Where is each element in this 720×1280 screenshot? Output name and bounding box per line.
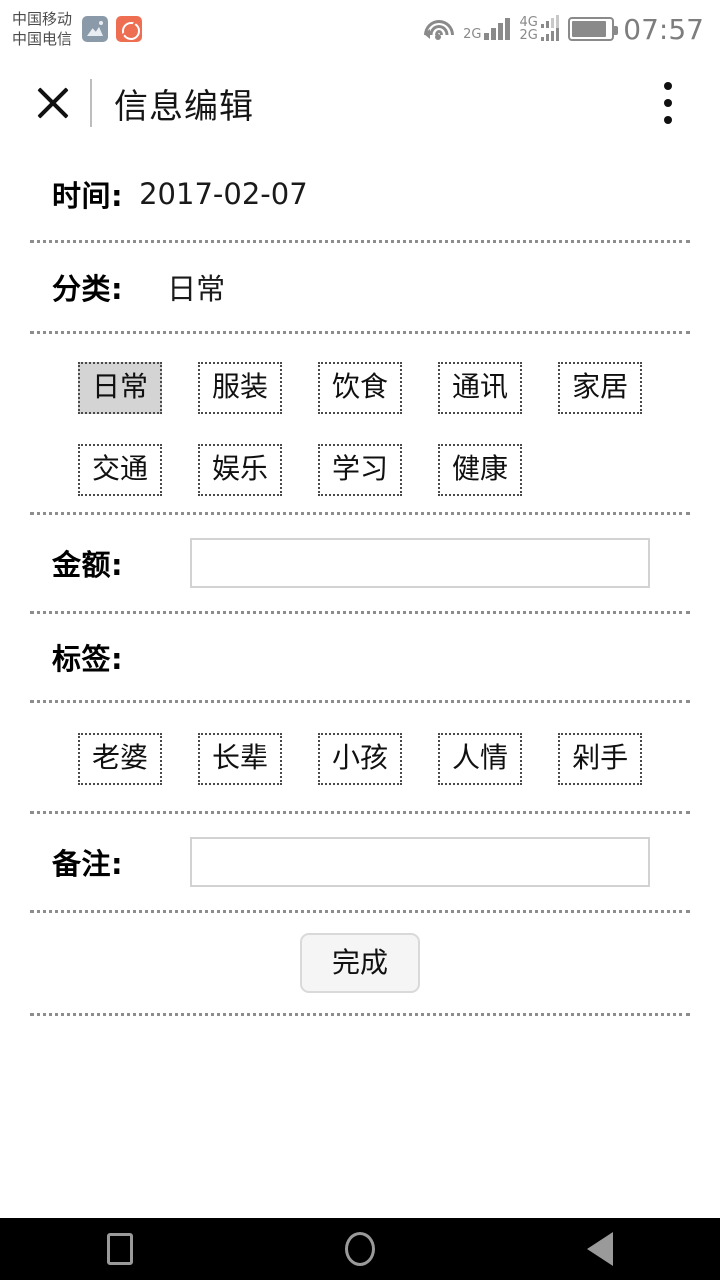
submit-button[interactable]: 完成 xyxy=(299,933,420,993)
tags-row: 标签: xyxy=(0,614,720,700)
amount-input[interactable] xyxy=(190,538,650,588)
signal-2-bars-bottom xyxy=(540,28,560,41)
amount-row: 金额: xyxy=(0,515,720,611)
tag-chips: 老婆 长辈 小孩 人情 剁手 xyxy=(0,703,720,811)
category-chip-home[interactable]: 家居 xyxy=(558,362,643,414)
carrier-label-2: 中国电信 xyxy=(12,30,73,48)
recents-icon[interactable] xyxy=(60,1218,180,1280)
page-title: 信息编辑 xyxy=(114,86,254,127)
time-label: 时间: xyxy=(52,179,124,213)
category-chips-row-1: 日常 服装 饮食 通讯 家居 xyxy=(78,362,720,414)
status-bar: 中国移动 中国电信 2G 4G 2G 07:57 xyxy=(0,0,720,58)
home-icon[interactable] xyxy=(300,1218,420,1280)
category-chip-communication[interactable]: 通讯 xyxy=(438,362,523,414)
category-chip-study[interactable]: 学习 xyxy=(318,444,403,496)
category-chip-clothing[interactable]: 服装 xyxy=(198,362,283,414)
edit-form: 时间: 2017-02-07 分类: 日常 日常 服装 饮食 通讯 家居 交通 … xyxy=(0,148,720,1016)
category-chip-entertainment[interactable]: 娱乐 xyxy=(198,444,283,496)
image-icon xyxy=(82,16,109,42)
amount-label: 金额: xyxy=(52,548,124,582)
status-indicators: 2G 4G 2G 07:57 xyxy=(424,13,708,46)
carrier-label-1: 中国移动 xyxy=(12,10,73,28)
category-value: 日常 xyxy=(167,272,226,306)
tag-chip-elders[interactable]: 长辈 xyxy=(198,733,283,785)
android-nav-bar xyxy=(0,1218,720,1280)
block-icon xyxy=(116,16,143,42)
close-icon[interactable] xyxy=(22,72,84,134)
title-bar: 信息编辑 xyxy=(0,58,720,148)
category-chip-transport[interactable]: 交通 xyxy=(78,444,163,496)
tag-chip-splurge[interactable]: 剁手 xyxy=(558,733,643,785)
phone-screen: 中国移动 中国电信 2G 4G 2G 07:57 信息编辑 时间: 2017-0… xyxy=(0,0,720,1280)
signal-1: 2G xyxy=(463,18,511,42)
battery-icon xyxy=(568,17,619,41)
signal-2-label-bottom: 2G xyxy=(519,28,538,43)
tag-chips-row: 老婆 长辈 小孩 人情 剁手 xyxy=(78,733,720,785)
back-icon[interactable] xyxy=(540,1218,660,1280)
category-chip-food[interactable]: 饮食 xyxy=(318,362,403,414)
time-row: 时间: 2017-02-07 xyxy=(0,148,720,240)
more-vertical-icon[interactable] xyxy=(648,74,688,132)
signal-2-label-top: 4G xyxy=(519,15,538,30)
submit-row: 完成 xyxy=(0,913,720,1013)
tags-label: 标签: xyxy=(52,642,124,676)
status-clock: 07:57 xyxy=(623,12,704,46)
category-row: 分类: 日常 xyxy=(0,243,720,331)
category-label: 分类: xyxy=(52,272,124,306)
note-row: 备注: xyxy=(0,814,720,910)
notification-icons xyxy=(82,16,143,42)
note-label: 备注: xyxy=(52,847,124,881)
carrier-labels: 中国移动 中国电信 xyxy=(12,9,72,49)
category-chips: 日常 服装 饮食 通讯 家居 交通 娱乐 学习 健康 xyxy=(0,334,720,512)
category-chips-row-2: 交通 娱乐 学习 健康 xyxy=(78,444,720,496)
category-chip-health[interactable]: 健康 xyxy=(438,444,523,496)
tag-chip-kids[interactable]: 小孩 xyxy=(318,733,403,785)
category-chip-daily[interactable]: 日常 xyxy=(78,362,163,414)
signal-2-bars-top xyxy=(540,15,560,28)
time-value[interactable]: 2017-02-07 xyxy=(139,177,308,211)
signal-1-bars xyxy=(484,18,511,40)
title-divider xyxy=(90,79,92,127)
tag-chip-favor[interactable]: 人情 xyxy=(438,733,523,785)
tag-chip-wife[interactable]: 老婆 xyxy=(78,733,163,785)
signal-2: 4G 2G xyxy=(519,15,560,43)
signal-1-label: 2G xyxy=(463,27,482,42)
divider-8 xyxy=(30,1013,690,1016)
note-input[interactable] xyxy=(190,837,650,887)
wifi-icon xyxy=(424,17,455,41)
